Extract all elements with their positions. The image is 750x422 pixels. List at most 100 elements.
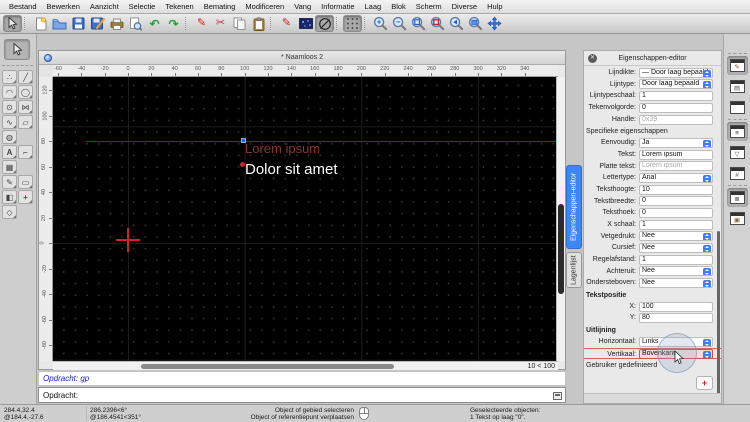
menu-informatie[interactable]: Informatie [316, 2, 359, 11]
menu-modificeren[interactable]: Modificeren [240, 2, 289, 11]
field-teksthoek[interactable]: 0 [639, 208, 713, 219]
draw-pencil-button[interactable]: ✎ [277, 15, 296, 32]
dropdown-stepper-icon[interactable] [703, 245, 711, 253]
command-input[interactable] [78, 390, 565, 400]
points-tool[interactable]: ∴ [2, 70, 17, 84]
print-button[interactable] [107, 15, 126, 32]
horizontal-scrollbar[interactable]: 10 < 100 [53, 361, 558, 370]
zoom-out-button[interactable]: − [390, 15, 409, 32]
field-tekstbreedte[interactable]: 0 [639, 196, 713, 207]
menu-laag[interactable]: Laag [360, 2, 387, 11]
shape-tool[interactable]: ▱ [18, 115, 33, 129]
clipboard-dock-button[interactable]: ▣ [727, 209, 748, 228]
redo-button[interactable]: ↷ [164, 15, 183, 32]
boolean-tool[interactable]: ◧ [2, 190, 17, 204]
text-entity-lorem[interactable]: Lorem ipsum [245, 141, 320, 156]
text-tool[interactable]: A [2, 145, 17, 159]
block-list-dock-button[interactable] [727, 98, 748, 117]
grid-toggle-button[interactable] [343, 15, 362, 32]
hatch-tool[interactable]: ◍ [2, 130, 17, 144]
save-as-button[interactable] [88, 15, 107, 32]
vertical-scrollbar[interactable] [556, 77, 565, 361]
field-y[interactable]: 80 [639, 313, 713, 324]
zoom-in-button[interactable]: + [371, 15, 390, 32]
dropdown-stepper-icon[interactable] [703, 139, 711, 147]
auto-zoom-button[interactable] [409, 15, 428, 32]
dropdown-stepper-icon[interactable] [703, 351, 711, 359]
field-lijntype[interactable]: Door laag bepaald [639, 79, 713, 90]
drawing-canvas[interactable]: Lorem ipsum Dolor sit amet [53, 77, 558, 361]
new-file-button[interactable] [31, 15, 50, 32]
dropdown-stepper-icon[interactable] [703, 69, 711, 77]
dropdown-stepper-icon[interactable] [703, 338, 711, 346]
dropdown-stepper-icon[interactable] [703, 280, 711, 288]
menu-selectie[interactable]: Selectie [124, 2, 161, 11]
field-lijntypeschaal[interactable]: 1 [639, 91, 713, 102]
previous-view-button[interactable] [447, 15, 466, 32]
menu-bewerken[interactable]: Bewerken [42, 2, 85, 11]
field-ondersteboven[interactable]: Nee [639, 278, 713, 289]
vertical-scrollbar-thumb[interactable] [558, 204, 564, 294]
menu-diverse[interactable]: Diverse [447, 2, 482, 11]
edit-pencil-button[interactable]: ✎ [192, 15, 211, 32]
menu-blok[interactable]: Blok [386, 2, 411, 11]
panel-scrollbar-thumb[interactable] [717, 231, 720, 397]
save-button[interactable] [69, 15, 88, 32]
copy-button[interactable] [230, 15, 249, 32]
selection-filter-dock-button[interactable]: ▽ [727, 143, 748, 162]
tab-layer-list[interactable]: Lagenlijst [566, 252, 582, 288]
ellipse-tool[interactable]: ⊙ [2, 100, 17, 114]
field-tekst[interactable]: Lorem ipsum [639, 149, 713, 160]
dropdown-stepper-icon[interactable] [703, 233, 711, 241]
menu-tekenen[interactable]: Tekenen [160, 2, 198, 11]
field-handle[interactable]: 0x39 [639, 114, 713, 125]
print-preview-button[interactable] [126, 15, 145, 32]
horizontal-dimension-tool[interactable]: ▭ [18, 175, 33, 189]
pan-button[interactable] [485, 15, 504, 32]
open-file-button[interactable] [50, 15, 69, 32]
field-regelafstand[interactable]: 1 [639, 254, 713, 265]
tab-property-editor[interactable]: Eigenschappen-editor [566, 165, 582, 249]
paste-button[interactable] [249, 15, 268, 32]
field-lijndikte[interactable]: — Door laag bepaald [639, 67, 713, 78]
dropdown-stepper-icon[interactable] [703, 81, 711, 89]
solid-tool[interactable]: ◇ [2, 205, 17, 219]
field-x-schaal[interactable]: 1 [639, 219, 713, 230]
text-entity-dolor[interactable]: Dolor sit amet [245, 161, 338, 178]
menu-bemating[interactable]: Bemating [199, 2, 241, 11]
field-teksthoogte[interactable]: 10 [639, 184, 713, 195]
drawing-window-titlebar[interactable]: * Naamloos 2 [39, 51, 565, 65]
field-eenvoudig[interactable]: Ja [639, 137, 713, 148]
spline-tool[interactable]: ⋈ [18, 100, 33, 114]
field-tekenvolgorde[interactable]: 0 [639, 102, 713, 113]
dimension-tool[interactable]: ⌐ [18, 145, 33, 159]
command-list-dock-button[interactable]: ≡ [726, 122, 748, 141]
dropdown-stepper-icon[interactable] [703, 174, 711, 182]
leader-tool[interactable]: + [18, 190, 33, 204]
measure-tool[interactable]: ✎ [2, 175, 17, 189]
line-tool[interactable]: ╱ [18, 70, 33, 84]
field-lettertype[interactable]: Arial [639, 172, 713, 183]
field-x[interactable]: 100 [639, 301, 713, 312]
selection-arrow-button[interactable] [4, 39, 30, 60]
no-fill-toggle-button[interactable] [315, 15, 334, 32]
keyboard-icon[interactable] [553, 391, 562, 400]
add-custom-property-button[interactable]: + [696, 376, 713, 390]
undo-button[interactable]: ↶ [145, 15, 164, 32]
layer-list-dock-button[interactable]: ▤ [727, 77, 748, 96]
arc-tool[interactable]: ◠ [2, 85, 17, 99]
reference-dock-button[interactable]: # [727, 164, 748, 183]
line-entity[interactable] [86, 140, 558, 142]
library-browser-dock-button[interactable]: ≣ [726, 188, 748, 207]
field-achteruit[interactable]: Nee [639, 266, 713, 277]
cut-button[interactable]: ✂ [211, 15, 230, 32]
image-tool[interactable]: ▦ [2, 160, 17, 174]
field-vetgedrukt[interactable]: Nee [639, 231, 713, 242]
select-tool-button[interactable] [3, 15, 22, 32]
horizontal-scrollbar-thumb[interactable] [141, 363, 394, 369]
menu-scherm[interactable]: Scherm [411, 2, 447, 11]
zoom-selection-button[interactable] [428, 15, 447, 32]
panel-close-icon[interactable]: ✕ [588, 54, 597, 63]
circle-tool[interactable]: ◯ [18, 85, 33, 99]
bitmap-button[interactable] [296, 15, 315, 32]
